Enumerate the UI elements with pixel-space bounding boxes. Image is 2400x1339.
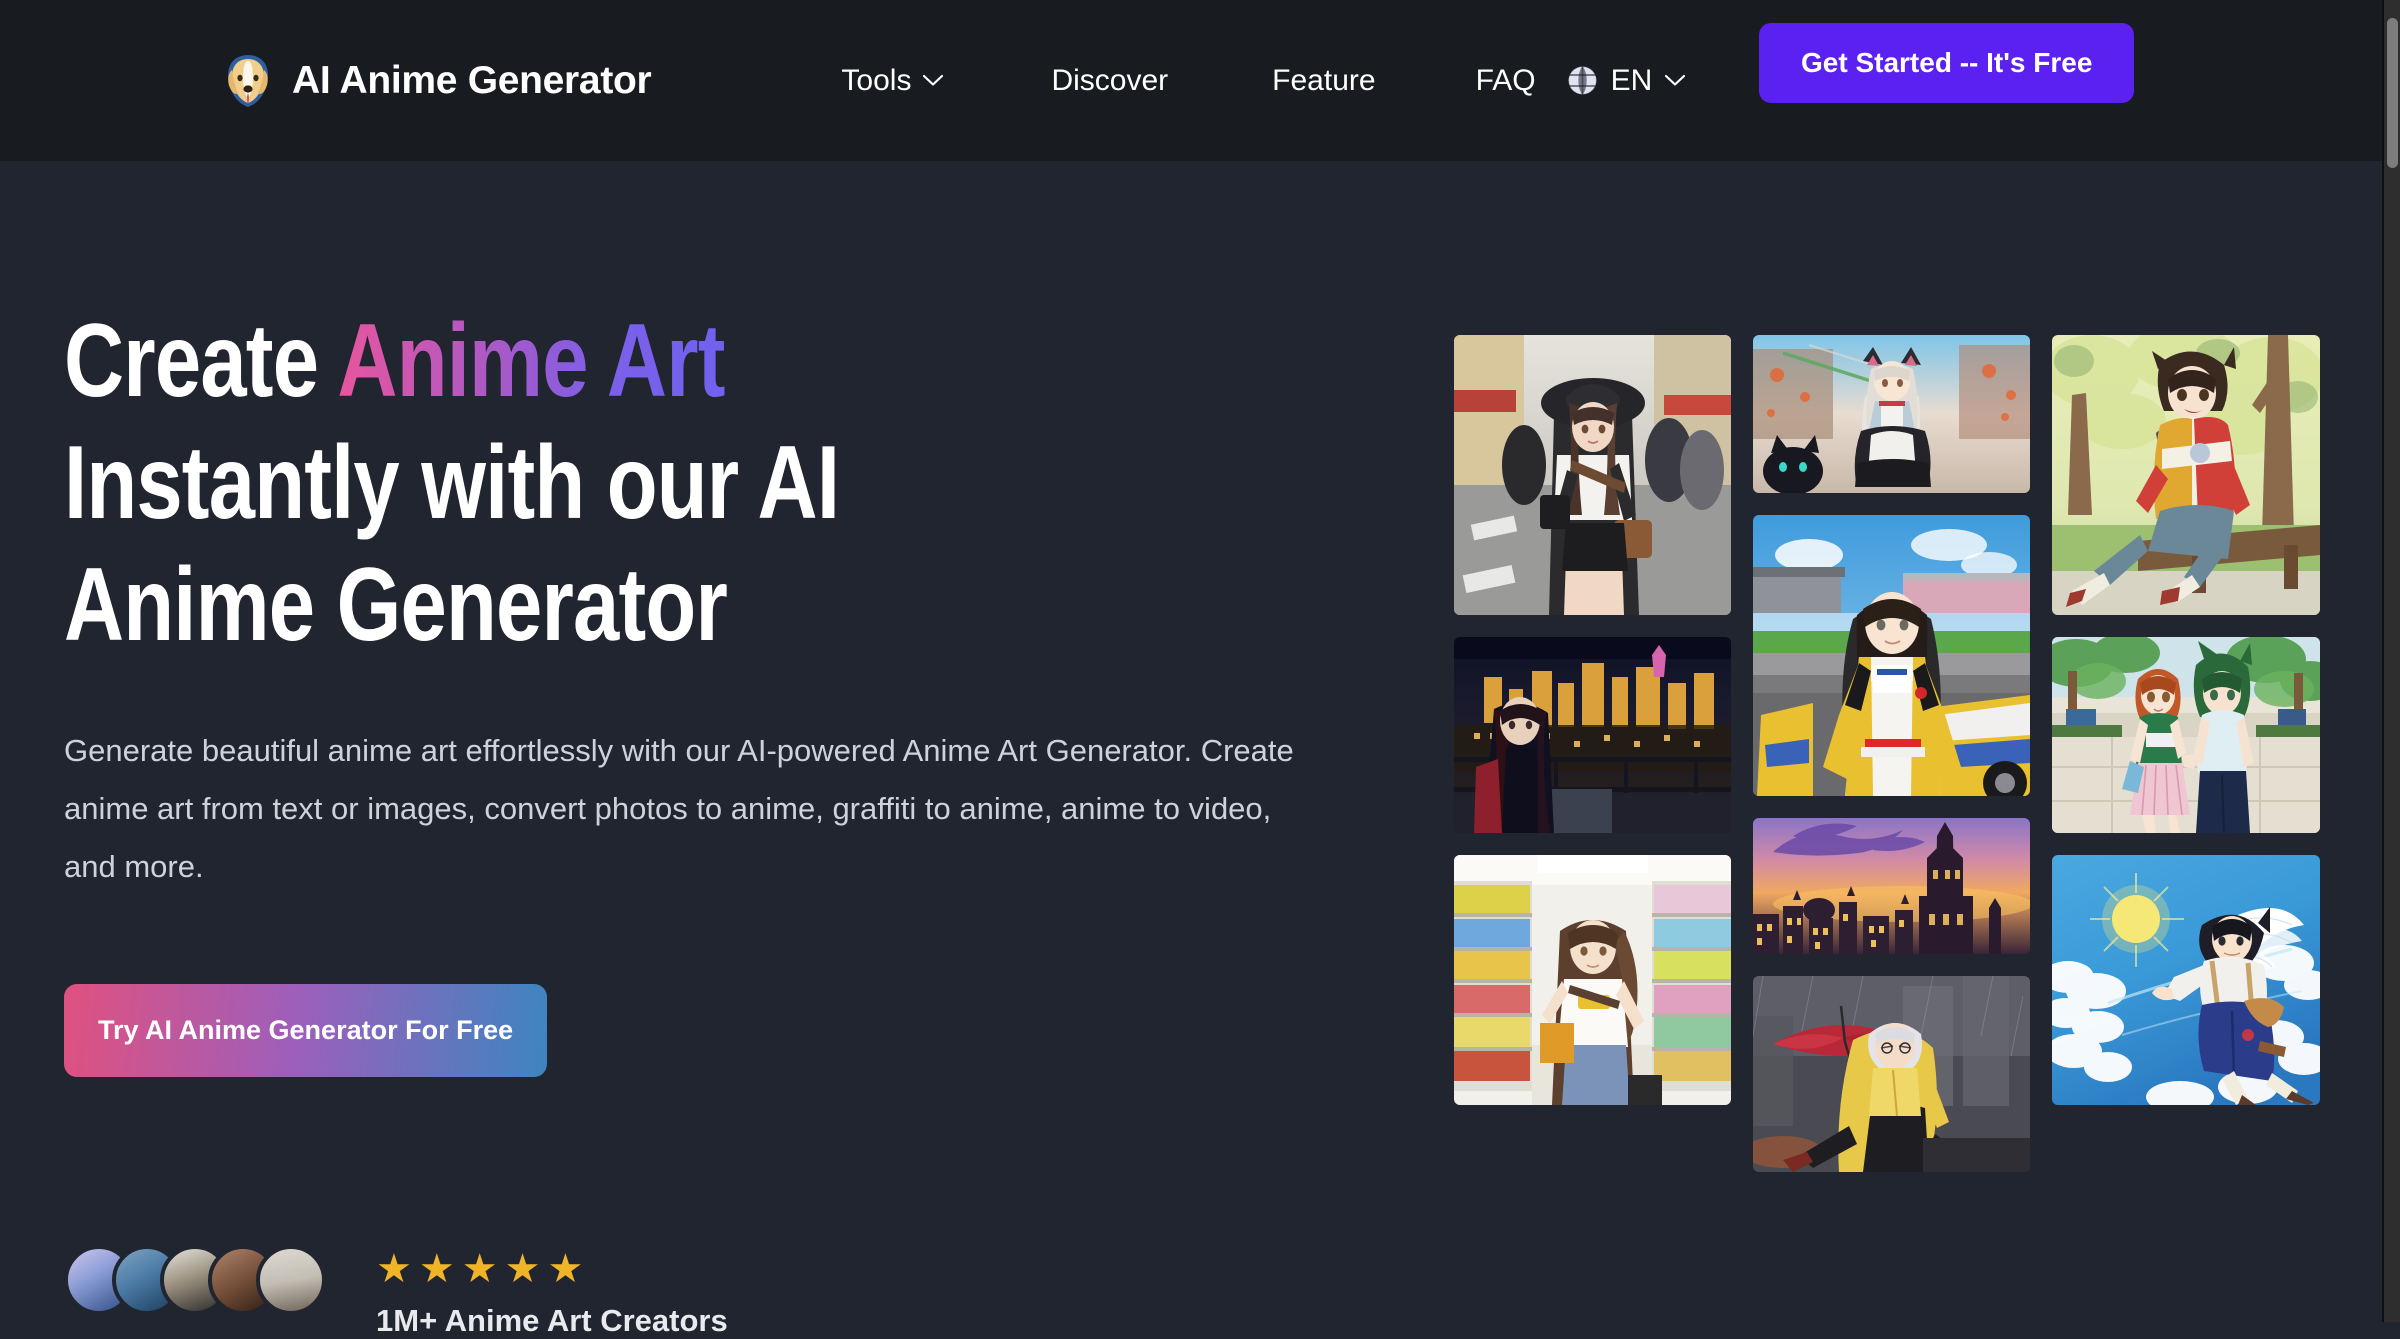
nav-item-feature[interactable]: Feature — [1272, 54, 1375, 108]
get-started-button[interactable]: Get Started -- It's Free — [1759, 23, 2135, 103]
nav-item-faq-label: FAQ — [1475, 63, 1536, 97]
hero-headline-line-1: Create Anime Art — [64, 300, 1128, 422]
fantasy-gothic-city-sunset[interactable] — [1753, 818, 2030, 954]
anime-cat-ear-maid-with-black-cat[interactable] — [1753, 335, 2030, 493]
anime-couple-walking-sidewalk[interactable] — [2052, 637, 2320, 833]
anime-boy-sitting-park-bench[interactable] — [2052, 335, 2320, 615]
scrollbar-thumb[interactable] — [2387, 18, 2398, 168]
hero-subcopy: Generate beautiful anime art effortlessl… — [64, 733, 1294, 884]
hero-section: Create Anime Art Instantly with our AI A… — [64, 300, 1394, 1077]
chevron-down-icon — [1664, 74, 1686, 87]
nav-item-tools-label: Tools — [841, 63, 912, 97]
main-navigation: Tools Discover Feature FAQ EN — [841, 54, 1686, 108]
dog-face-logo-icon — [222, 53, 274, 109]
anime-girl-supermarket-aisle[interactable] — [1454, 855, 1731, 1105]
hero-headline-line-3: Anime Generator — [64, 547, 728, 663]
nav-item-feature-label: Feature — [1272, 63, 1376, 97]
anime-boy-red-umbrella-yellow-coat[interactable] — [1753, 976, 2030, 1172]
nav-item-faq[interactable]: FAQ — [1476, 54, 1536, 108]
social-proof: ★ ★ ★ ★ ★ 1M+ Anime Art Creators — [64, 1245, 728, 1339]
brand-name: AI Anime Generator — [292, 58, 652, 102]
try-ai-anime-generator-button[interactable]: Try AI Anime Generator For Free — [64, 984, 548, 1077]
vertical-scrollbar[interactable] — [2384, 0, 2400, 1322]
anime-girl-winged-flying-sky[interactable] — [2052, 855, 2320, 1105]
avatar — [256, 1245, 326, 1315]
nav-item-discover[interactable]: Discover — [1051, 54, 1168, 108]
creators-count-label: 1M+ Anime Art Creators — [376, 1303, 728, 1338]
hero-headline-plain: Create — [64, 303, 338, 419]
anime-racing-driver-girl-yellow-car[interactable] — [1753, 515, 2030, 796]
star-icon: ★ — [547, 1247, 585, 1291]
language-label: EN — [1610, 63, 1653, 97]
gallery-column-2 — [1753, 335, 2030, 1335]
star-icon: ★ — [376, 1247, 413, 1291]
gallery-column-3 — [2052, 335, 2320, 1335]
site-header: AI Anime Generator Tools Discover Featur… — [0, 0, 2384, 161]
rating-block: ★ ★ ★ ★ ★ 1M+ Anime Art Creators — [376, 1249, 728, 1339]
hero-headline-line-2: Instantly with our AI — [64, 425, 840, 541]
gallery-column-1 — [1454, 335, 1731, 1335]
star-icon: ★ — [418, 1247, 456, 1291]
avatar-group — [64, 1245, 326, 1315]
nav-item-tools[interactable]: Tools — [841, 54, 944, 108]
chevron-down-icon — [922, 74, 944, 87]
hero-image-gallery — [1454, 335, 2334, 1335]
hero-headline-gradient: Anime Art — [337, 303, 725, 419]
nav-item-discover-label: Discover — [1051, 63, 1169, 97]
anime-girl-night-city-balcony[interactable] — [1454, 637, 1731, 833]
star-icon: ★ — [461, 1247, 499, 1291]
star-icon: ★ — [504, 1247, 542, 1291]
brand-logo-link[interactable]: AI Anime Generator — [222, 53, 652, 109]
star-rating: ★ ★ ★ ★ ★ — [376, 1249, 728, 1289]
anime-girl-black-beret-city-street[interactable] — [1454, 335, 1731, 615]
globe-icon — [1566, 64, 1599, 97]
language-selector[interactable]: EN — [1566, 54, 1687, 108]
